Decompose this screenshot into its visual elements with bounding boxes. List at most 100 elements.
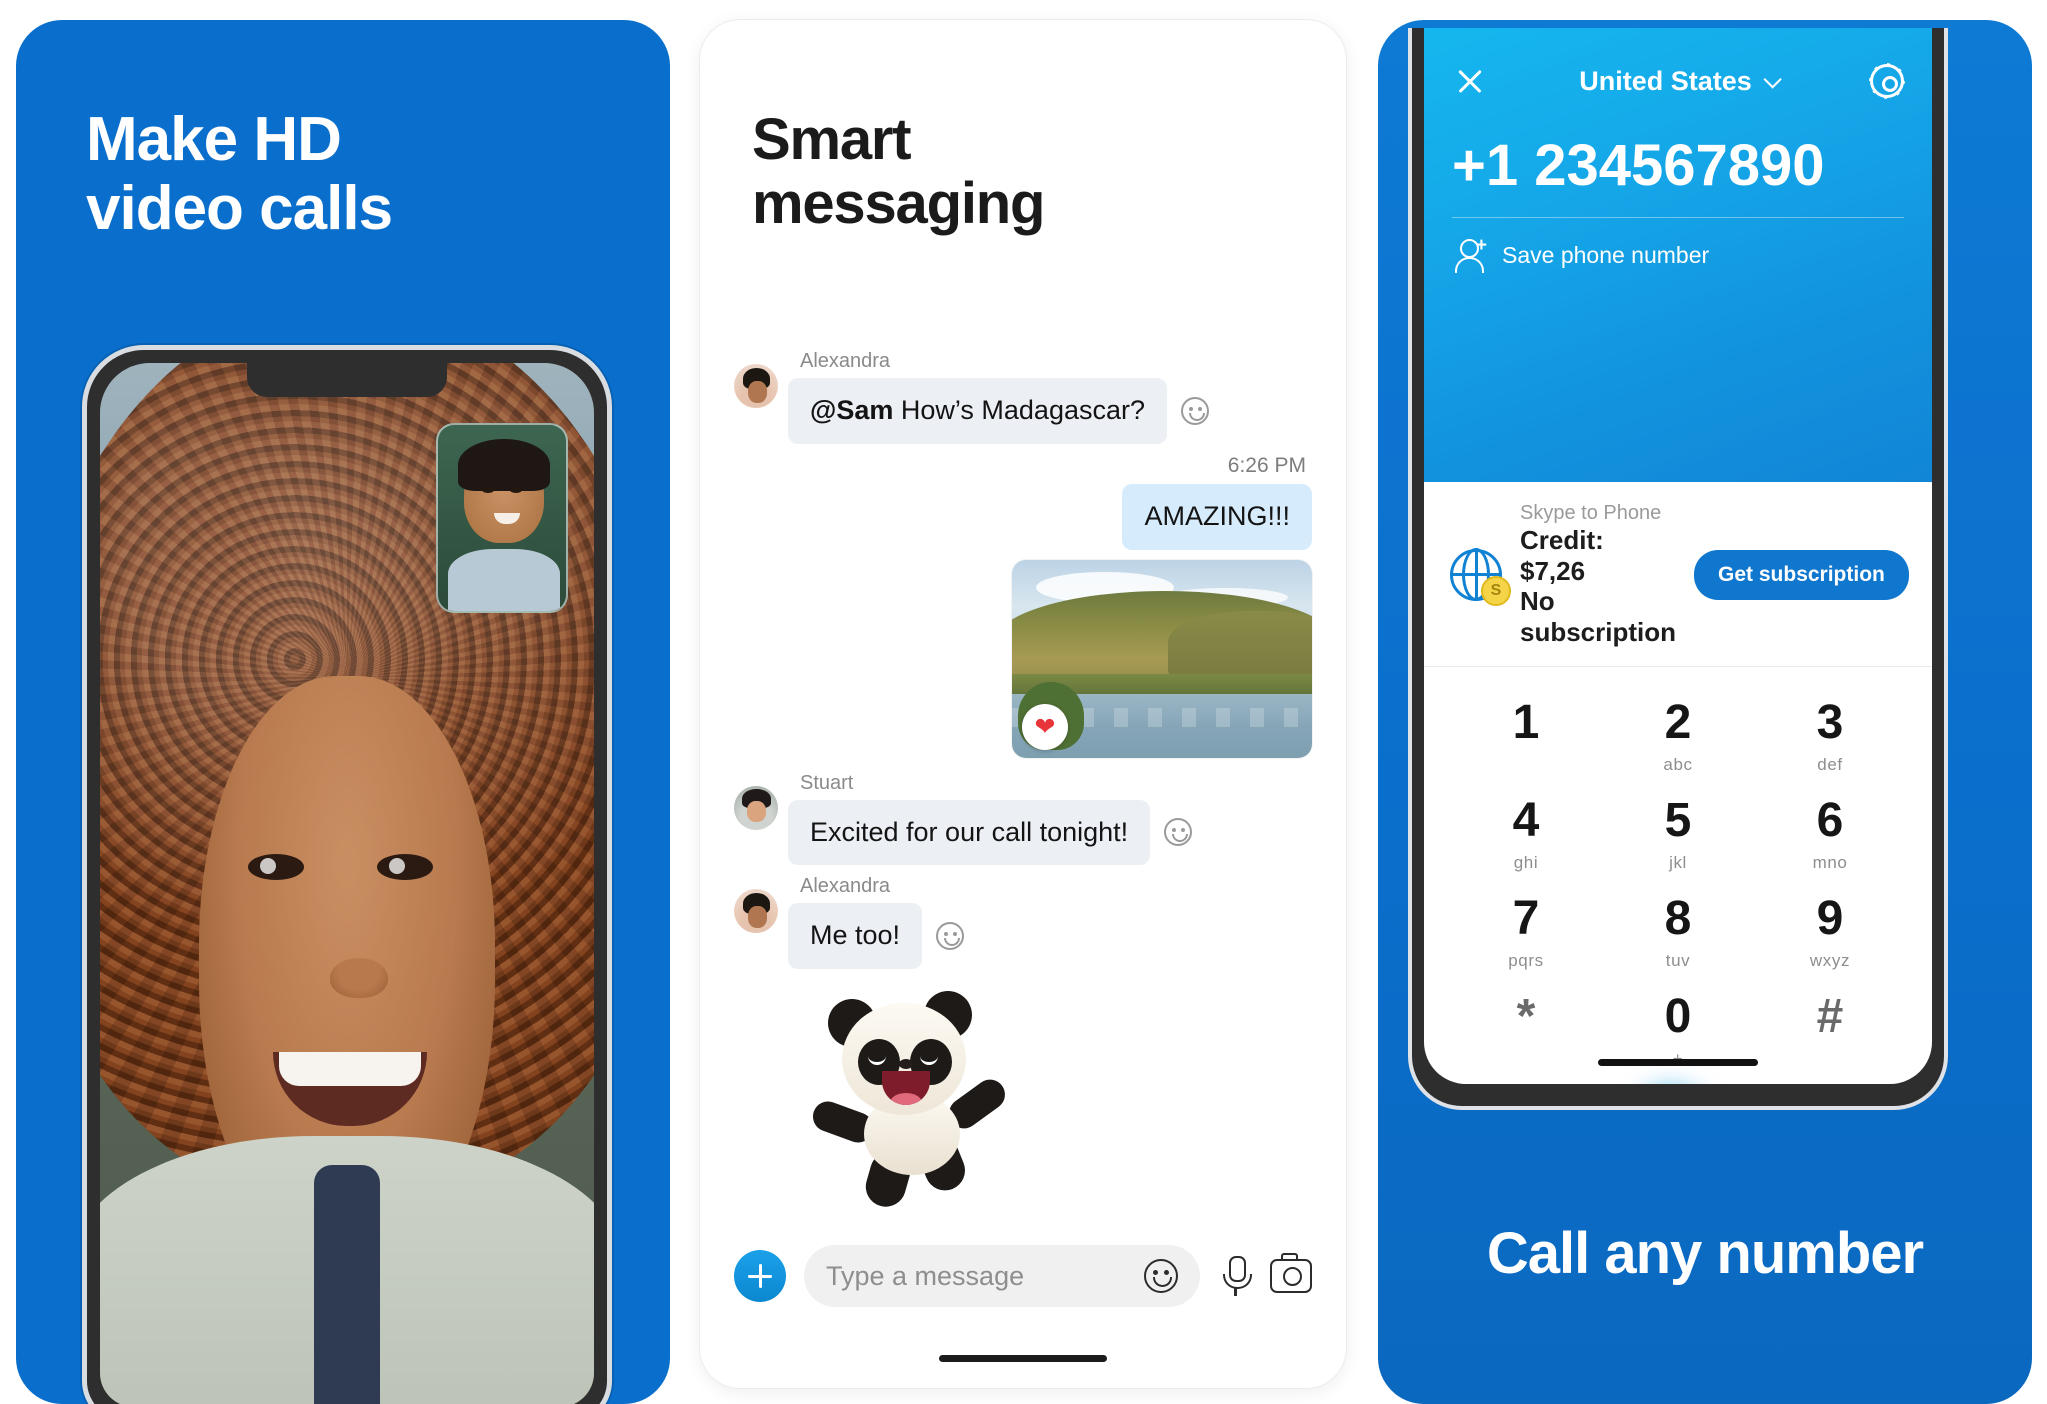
globe-icon: S bbox=[1449, 548, 1511, 606]
phone-mockup-video bbox=[82, 345, 612, 1404]
keypad-letters: jkl bbox=[1669, 852, 1687, 872]
add-reaction-icon[interactable] bbox=[936, 922, 965, 951]
keypad-key-9[interactable]: 9 wxyz bbox=[1754, 879, 1906, 977]
keypad-digit: # bbox=[1816, 989, 1844, 1043]
keypad-digit: * bbox=[1516, 989, 1536, 1043]
caller-eye-left bbox=[248, 853, 305, 880]
microphone-icon[interactable] bbox=[1218, 1256, 1252, 1296]
keypad-key-4[interactable]: 4 ghi bbox=[1450, 781, 1602, 879]
keypad-digit: 6 bbox=[1816, 793, 1844, 847]
skype-credit-coin-icon: S bbox=[1481, 575, 1511, 606]
keypad-key-star[interactable]: * bbox=[1450, 977, 1602, 1075]
message-bubble[interactable]: Excited for our call tonight! bbox=[788, 799, 1151, 866]
message-bubble[interactable]: Me too! bbox=[788, 903, 923, 969]
phone-notch bbox=[247, 363, 447, 397]
home-indicator bbox=[939, 1355, 1107, 1362]
keypad-letters: ghi bbox=[1513, 852, 1539, 872]
save-phone-number-button[interactable]: + Save phone number bbox=[1452, 236, 1904, 273]
bubble-line: Me too! bbox=[788, 903, 965, 969]
keypad-digit: 0 bbox=[1664, 989, 1692, 1043]
avatar[interactable] bbox=[734, 889, 778, 934]
self-view-pip[interactable] bbox=[436, 423, 568, 613]
message-input[interactable]: Type a message bbox=[804, 1245, 1200, 1307]
keypad-digit: 4 bbox=[1512, 793, 1540, 847]
keypad-letters bbox=[1450, 755, 1602, 773]
message-bubble[interactable]: @Sam How’s Madagascar? bbox=[788, 378, 1167, 444]
panel-video-calls: Make HD video calls bbox=[16, 20, 670, 1404]
keypad-letters bbox=[1754, 1049, 1906, 1067]
country-selector[interactable]: United States bbox=[1579, 66, 1782, 97]
message-mention[interactable]: @Sam bbox=[810, 395, 893, 425]
keypad-digit: 8 bbox=[1664, 891, 1692, 945]
caller-eye-right bbox=[376, 853, 433, 880]
panel-dialer: United States +1 234567890 + Save phone … bbox=[1378, 20, 2032, 1404]
smile-icon[interactable] bbox=[1144, 1259, 1178, 1293]
credit-service-label: Skype to Phone bbox=[1520, 502, 1662, 524]
get-subscription-button[interactable]: Get subscription bbox=[1694, 549, 1909, 600]
bubble-line: Excited for our call tonight! bbox=[788, 799, 1193, 866]
panel-dialer-headline: Call any number bbox=[1486, 1221, 1924, 1286]
chevron-down-icon bbox=[1763, 69, 1782, 89]
pip-hair bbox=[458, 439, 550, 491]
keypad-key-1[interactable]: 1 bbox=[1450, 683, 1602, 781]
panel-messaging: Smart messaging Alexandra @Sam How’s Mad… bbox=[700, 20, 1346, 1388]
save-phone-number-label: Save phone number bbox=[1502, 241, 1710, 268]
message-row-incoming: Alexandra Me too! bbox=[734, 875, 1312, 969]
message-thread[interactable]: Alexandra @Sam How’s Madagascar? 6:26 PM… bbox=[700, 350, 1346, 1228]
headline-line-2: video calls bbox=[86, 174, 393, 244]
credit-bar: S Skype to Phone Credit: $7,26 No subscr… bbox=[1424, 482, 1932, 667]
keypad-digit: 5 bbox=[1664, 793, 1692, 847]
pip-shirt bbox=[448, 549, 560, 611]
avatar[interactable] bbox=[734, 364, 778, 408]
app-store-screenshot-gallery: Make HD video calls Smart messaging Alex… bbox=[0, 0, 2047, 1404]
add-reaction-icon[interactable] bbox=[1181, 396, 1209, 425]
phone-number-display[interactable]: +1 234567890 bbox=[1452, 132, 1904, 199]
subscription-status: No subscription bbox=[1520, 586, 1677, 648]
keypad-key-8[interactable]: 8 tuv bbox=[1602, 879, 1754, 977]
panel-video-headline: Make HD video calls bbox=[86, 105, 393, 244]
message-column: Alexandra Me too! bbox=[788, 875, 965, 969]
divider bbox=[1452, 217, 1904, 218]
close-icon[interactable] bbox=[1452, 64, 1486, 98]
message-bubble[interactable]: AMAZING!!! bbox=[1122, 483, 1312, 550]
message-composer: Type a message bbox=[700, 1230, 1346, 1322]
message-text: How’s Madagascar? bbox=[893, 395, 1145, 425]
photo-message[interactable]: ❤ bbox=[1012, 559, 1312, 758]
message-timestamp: 6:26 PM bbox=[1227, 453, 1306, 477]
add-attachment-button[interactable] bbox=[734, 1250, 786, 1302]
dial-keypad: 1 2 abc 3 def 4 ghi 5 jkl 6 mno 7 pqrs 8 tuv 9 w… bbox=[1424, 667, 1932, 1075]
message-sender: Alexandra bbox=[800, 875, 891, 898]
add-contact-icon: + bbox=[1452, 236, 1487, 273]
keypad-digit: 7 bbox=[1512, 891, 1540, 945]
message-row-incoming: Alexandra @Sam How’s Madagascar? bbox=[734, 350, 1312, 444]
dialer-top-bar: United States bbox=[1452, 54, 1904, 108]
headline-line-2: messaging bbox=[752, 170, 1045, 236]
dialer-actions: ✕ bbox=[1424, 1075, 1932, 1084]
camera-icon[interactable] bbox=[1270, 1253, 1312, 1293]
keypad-key-2[interactable]: 2 abc bbox=[1602, 683, 1754, 781]
heart-reaction-icon[interactable]: ❤ bbox=[1022, 703, 1068, 750]
message-column: Alexandra @Sam How’s Madagascar? bbox=[788, 350, 1209, 444]
keypad-key-5[interactable]: 5 jkl bbox=[1602, 781, 1754, 879]
panda-sticker[interactable] bbox=[806, 983, 1026, 1212]
gear-icon[interactable] bbox=[1869, 64, 1904, 98]
phone-mockup-dialer: United States +1 234567890 + Save phone … bbox=[1408, 28, 1948, 1110]
add-reaction-icon[interactable] bbox=[1164, 818, 1193, 847]
caller-teeth bbox=[278, 1052, 421, 1087]
photo-hill-secondary bbox=[1168, 610, 1312, 679]
credit-text: Skype to Phone Credit: $7,26 No subscrip… bbox=[1520, 502, 1676, 648]
keypad-letters: mno bbox=[1812, 852, 1848, 872]
dialer-screen: United States +1 234567890 + Save phone … bbox=[1424, 28, 1932, 1084]
pip-eye-right bbox=[510, 487, 522, 493]
keypad-letters: tuv bbox=[1665, 950, 1691, 970]
caller-nose bbox=[329, 958, 388, 999]
bubble-line: @Sam How’s Madagascar? bbox=[788, 378, 1209, 444]
dialer-header: United States +1 234567890 + Save phone … bbox=[1424, 28, 1932, 482]
keypad-key-7[interactable]: 7 pqrs bbox=[1450, 879, 1602, 977]
keypad-key-hash[interactable]: # bbox=[1754, 977, 1906, 1075]
caller-jacket bbox=[100, 1135, 594, 1404]
avatar[interactable] bbox=[734, 785, 778, 830]
keypad-key-6[interactable]: 6 mno bbox=[1754, 781, 1906, 879]
credit-amount: Credit: $7,26 bbox=[1520, 525, 1604, 586]
keypad-key-3[interactable]: 3 def bbox=[1754, 683, 1906, 781]
